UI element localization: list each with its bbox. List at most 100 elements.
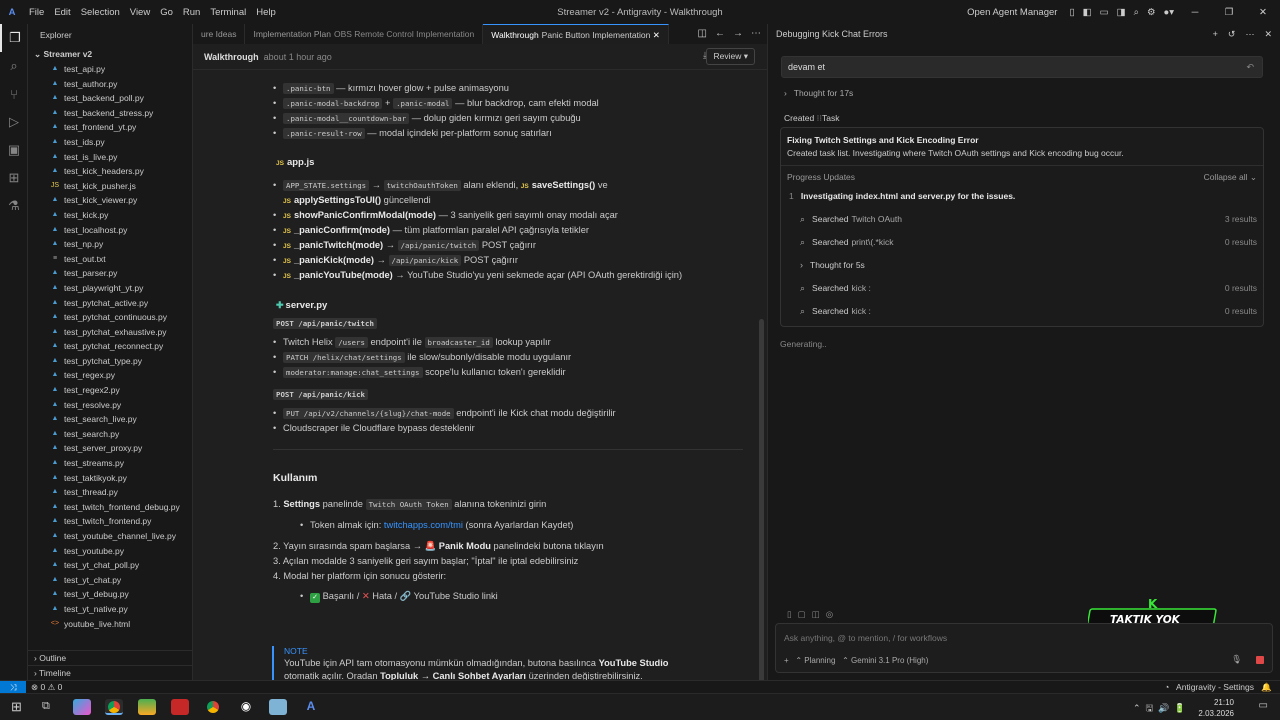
file-item[interactable]: ▲ test_is_live.py [28,150,192,165]
file-item[interactable]: ▲ test_kick_viewer.py [28,193,192,208]
file-item[interactable]: ▲ test_backend_poll.py [28,91,192,106]
notifications-icon[interactable]: 🔔 [1261,681,1272,693]
chat-input-box[interactable]: Ask anything, @ to mention, / for workfl… [775,623,1273,673]
menu-item[interactable]: Edit [54,7,70,18]
app-icon[interactable] [171,699,189,715]
clock[interactable]: 21:10 2.03.2026 [1198,697,1234,719]
start-icon[interactable]: ⊞ [11,699,22,715]
file-item[interactable]: ▲ test_localhost.py [28,223,192,238]
file-item[interactable]: ▲ test_parser.py [28,266,192,281]
file-item[interactable]: ▲ test_pytchat_continuous.py [28,310,192,325]
file-item[interactable]: ▲ test_pytchat_exhaustive.py [28,325,192,340]
status-right[interactable]: ◔ Antigravity - Settings [1164,681,1254,693]
model-select[interactable]: ⌃ Gemini 3.1 Pro (High) [842,656,928,665]
file-item[interactable]: ▲ test_frontend_yt.py [28,120,192,135]
extensions-icon[interactable]: ⊞ [0,164,28,192]
run-debug-icon[interactable]: ▷ [0,108,28,136]
menu-item[interactable]: Go [160,7,173,18]
file-item[interactable]: ▲ test_api.py [28,62,192,77]
workspace-root[interactable]: ⌄ Streamer v2 [28,46,192,62]
file-item[interactable]: ▲ test_twitch_frontend.py [28,514,192,529]
search-result-row[interactable]: ⌕ Searched kick :0 results [781,278,1263,298]
user-message[interactable]: devam et ↶ [781,56,1263,78]
more-actions-icon[interactable]: ⋯ [751,24,761,44]
file-item[interactable]: ▲ test_author.py [28,77,192,92]
file-item[interactable]: ▲ test_regex.py [28,368,192,383]
outline-section[interactable]: › Outline [28,650,193,665]
search-result-row[interactable]: ⌕ Searched kick :0 results [781,301,1263,321]
settings-gear-icon[interactable]: ⚙ [1147,7,1156,18]
file-item[interactable]: ▲ test_server_proxy.py [28,441,192,456]
close-panel-icon[interactable]: ✕ [1264,24,1272,44]
file-item[interactable]: ▲ test_np.py [28,237,192,252]
file-item[interactable]: <> youtube_live.html [28,617,192,632]
forward-arrow-icon[interactable]: → [733,24,743,44]
panel-toggle-icon[interactable]: ▭ [1100,7,1109,18]
file-item[interactable]: ≡ test_out.txt [28,252,192,267]
file-item[interactable]: ▲ test_kick_headers.py [28,164,192,179]
history-icon[interactable]: ↺ [1228,24,1236,44]
file-item[interactable]: ▲ test_pytchat_type.py [28,354,192,369]
system-tray-icons[interactable]: ⌃ 🖫 🔊 🔋 [1133,701,1186,717]
search-view-icon[interactable]: ⌕ [0,52,28,80]
add-context-icon[interactable]: + [784,656,789,665]
chat-input[interactable]: Ask anything, @ to mention, / for workfl… [784,633,947,643]
menu-item[interactable]: View [130,7,150,18]
file-item[interactable]: ▲ test_pytchat_reconnect.py [28,339,192,354]
file-item[interactable]: ▲ test_streams.py [28,456,192,471]
menu-item[interactable]: Run [183,7,200,18]
sidebar-toggle-icon[interactable]: ◧ [1083,7,1092,18]
file-item[interactable]: ▲ test_kick.py [28,208,192,223]
menu-item[interactable]: Help [256,7,276,18]
tab-implementation-plan[interactable]: Implementation Plan OBS Remote Control Im… [245,24,484,44]
chrome-profile-icon[interactable] [204,699,222,715]
microphone-icon[interactable]: 🎙 [1231,654,1242,665]
account-avatar[interactable]: ●▾ [1163,7,1174,18]
more-icon[interactable]: ⋯ [1245,24,1254,44]
file-item[interactable]: ▲ test_yt_debug.py [28,587,192,602]
timeline-section[interactable]: › Timeline [28,665,193,680]
open-agent-manager-button[interactable]: Open Agent Manager [967,7,1057,18]
file-item[interactable]: ▲ test_yt_native.py [28,602,192,617]
chrome-icon[interactable] [105,699,123,715]
remote-indicator-icon[interactable]: ⤨ [0,681,26,693]
notification-center-icon[interactable]: ▭ [1259,700,1268,711]
file-item[interactable]: ▲ test_yt_chat_poll.py [28,558,192,573]
remote-explorer-icon[interactable]: ▣ [0,136,28,164]
file-item[interactable]: ▲ test_pytchat_active.py [28,296,192,311]
close-tab-icon[interactable]: ✕ [653,30,660,40]
twitchapps-link[interactable]: twitchapps.com/tmi [384,520,463,530]
aux-bar-toggle-icon[interactable]: ◨ [1117,7,1126,18]
explorer-icon[interactable]: ❐ [0,24,28,52]
new-chat-icon[interactable]: + [1213,24,1218,44]
review-button[interactable]: Review ▾ [706,48,755,65]
task-view-icon[interactable]: ⧉ [42,700,50,713]
file-item[interactable]: ▲ test_resolve.py [28,398,192,413]
menu-item[interactable]: Selection [81,7,120,18]
notes-icon[interactable] [269,699,287,715]
tab-ideas[interactable]: ure Ideas [193,24,246,44]
search-icon[interactable]: ⌕ [1134,7,1139,18]
file-item[interactable]: ▲ test_ids.py [28,135,192,150]
problems-indicator[interactable]: ⊗ 0 ⚠ 0 [31,681,62,693]
back-arrow-icon[interactable]: ← [715,24,725,44]
thought-toggle[interactable]: › Thought for 17s [784,88,853,98]
close-window-button[interactable]: ✕ [1250,7,1276,18]
split-editor-icon[interactable]: ◫ [698,24,707,44]
file-item[interactable]: ▲ test_backend_stress.py [28,106,192,121]
file-item[interactable]: ▲ test_thread.py [28,485,192,500]
file-item[interactable]: ▲ test_youtube_channel_live.py [28,529,192,544]
mode-select[interactable]: ⌃ Planning [795,656,835,665]
editor-scrollbar[interactable] [759,319,764,709]
search-result-row[interactable]: ⌕ Searched Twitch OAuth 3 results [781,209,1263,229]
menu-item[interactable]: File [29,7,44,18]
source-control-icon[interactable]: ⑂ [0,80,28,108]
undo-icon[interactable]: ↶ [1246,57,1254,77]
testing-icon[interactable]: ⚗ [0,192,28,220]
obs-icon[interactable]: ◉ [237,699,255,715]
file-item[interactable]: ▲ test_regex2.py [28,383,192,398]
context-icons[interactable]: ▯▢◫◎ [787,609,839,620]
file-item[interactable]: JS test_kick_pusher.js [28,179,192,194]
file-item[interactable]: ▲ test_yt_chat.py [28,573,192,588]
restore-button[interactable]: ❐ [1216,7,1242,18]
